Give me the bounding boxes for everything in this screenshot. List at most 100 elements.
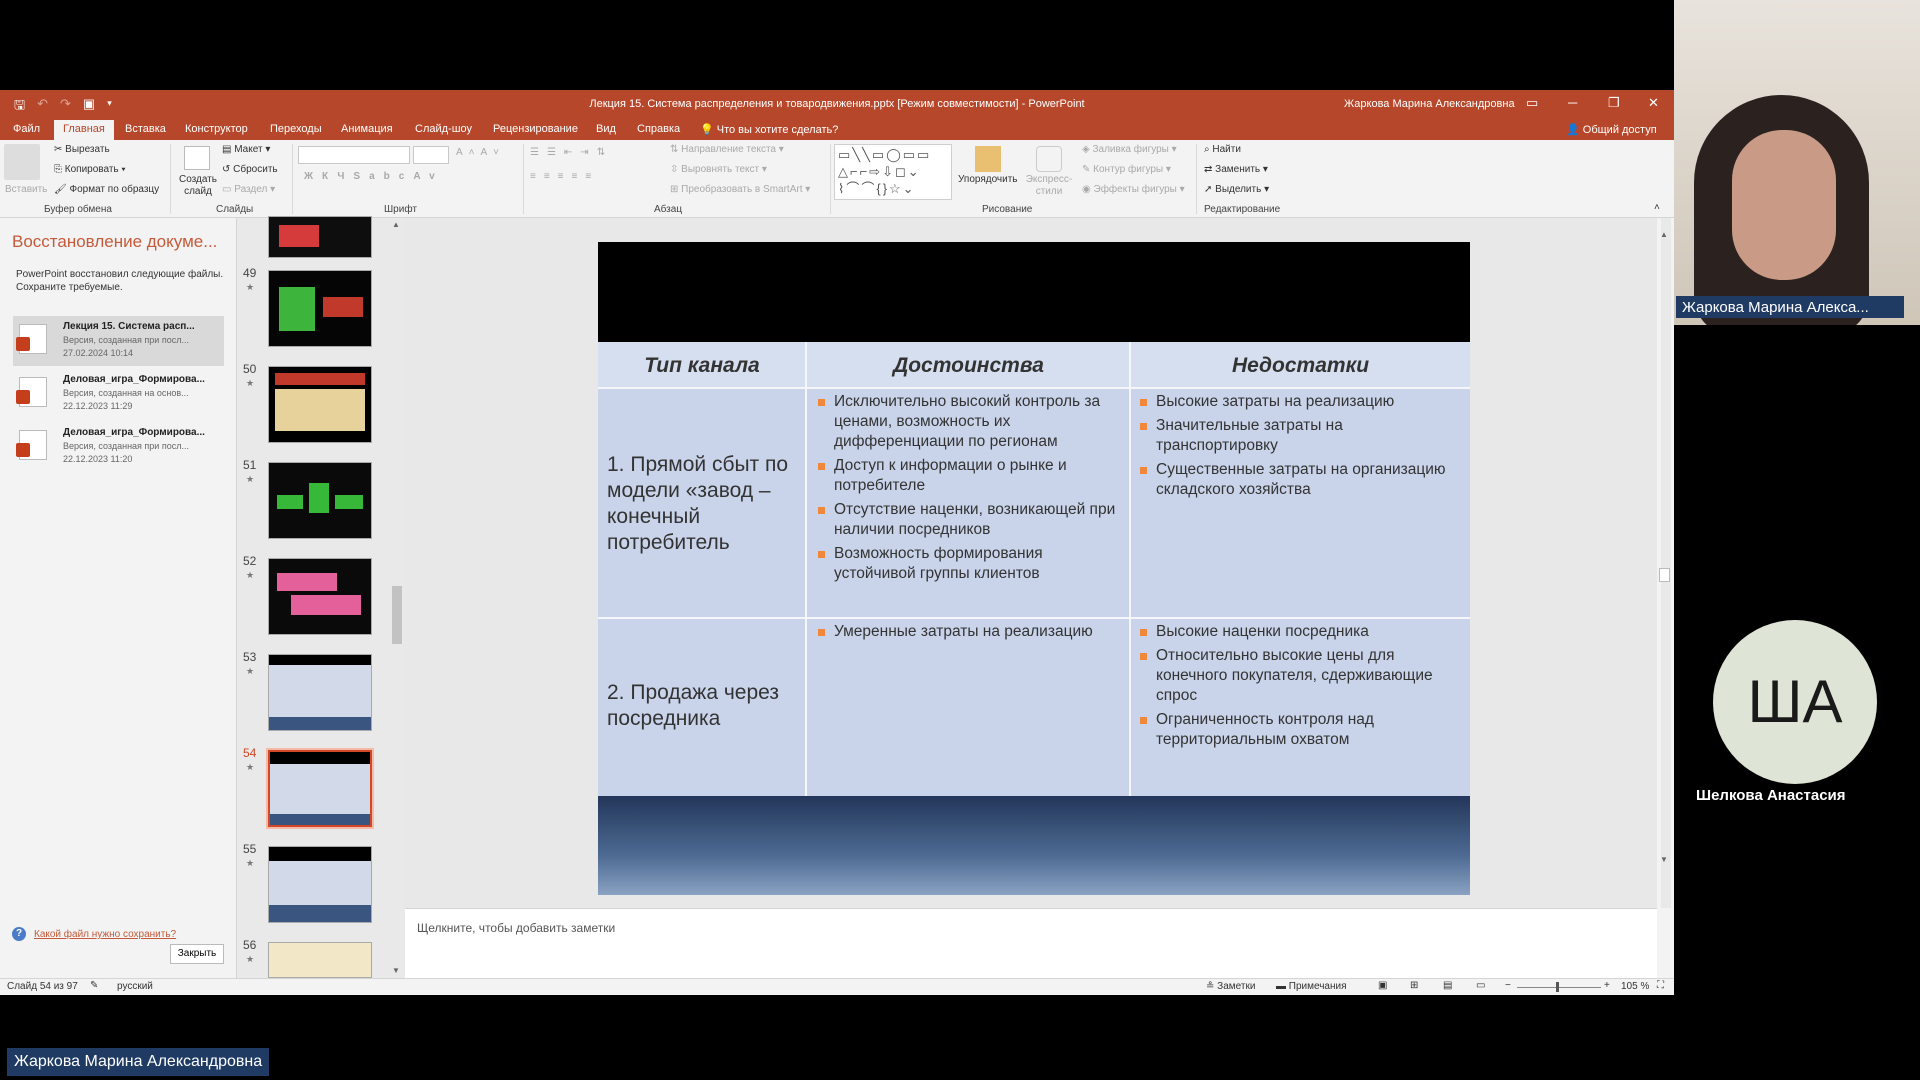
shapes-gallery[interactable]: ▭╲╲▭◯▭▭ △⌐⌐⇨⇩◻⌄ ⌇⌒⌒{}☆⌄ — [834, 144, 952, 200]
slideshow-view-icon[interactable]: ▭ — [1476, 980, 1485, 991]
shape-effects-button[interactable]: ◉ Эффекты фигуры ▾ — [1082, 184, 1185, 195]
slide-thumbnail[interactable] — [268, 654, 372, 731]
collapse-ribbon-icon[interactable]: ˄ — [1654, 202, 1660, 213]
which-file-link[interactable]: Какой файл нужно сохранить? — [34, 929, 176, 940]
reset-button[interactable]: ↺ Сбросить — [222, 164, 278, 175]
comments-toggle[interactable]: ▬ Примечания — [1276, 981, 1347, 992]
slide-sorter-icon[interactable]: ⊞ — [1410, 980, 1418, 991]
recovery-item[interactable]: Деловая_игра_Формирова... Версия, создан… — [13, 422, 224, 472]
smartart-button[interactable]: ⊞ Преобразовать в SmartArt ▾ — [670, 184, 810, 195]
thumbnails-scrollbar[interactable]: ▲ ▼ — [391, 218, 403, 978]
scroll-up-icon[interactable]: ▲ — [1660, 230, 1668, 239]
cut-button[interactable]: ✂ Вырезать — [54, 144, 110, 155]
format-painter-button[interactable]: 🖌 Формат по образцу — [54, 184, 159, 195]
new-slide-button[interactable]: Создать слайд — [178, 174, 218, 198]
shape-outline-button[interactable]: ✎ Контур фигуры ▾ — [1082, 164, 1171, 175]
scrollbar-thumb[interactable] — [392, 586, 402, 644]
zoom-in-icon[interactable]: + — [1604, 980, 1610, 991]
editor-scrollbar-thumb[interactable] — [1659, 568, 1670, 582]
shape-fill-button[interactable]: ◈ Заливка фигуры ▾ — [1082, 144, 1177, 155]
reading-view-icon[interactable]: ▤ — [1443, 980, 1452, 991]
slide-thumbnail[interactable] — [268, 366, 372, 443]
drawing-group-label: Рисование — [982, 204, 1033, 215]
find-button[interactable]: ⌕ Найти — [1204, 144, 1241, 155]
presenter-video-tile[interactable]: Жаркова Марина Алекса... — [1674, 0, 1920, 325]
font-style-buttons[interactable]: ЖКЧSabcAv — [304, 171, 444, 182]
arrange-icon[interactable] — [975, 146, 1001, 172]
scroll-up-icon[interactable]: ▲ — [392, 220, 400, 229]
font-group-label: Шрифт — [384, 204, 417, 215]
slide-thumbnail[interactable] — [268, 270, 372, 347]
minimize-icon[interactable]: ─ — [1568, 95, 1577, 110]
spellcheck-icon[interactable]: ✎ — [90, 980, 98, 991]
zoom-out-icon[interactable]: − — [1505, 980, 1511, 991]
slide-thumbnail[interactable] — [268, 846, 372, 923]
recovery-item-date: 22.12.2023 11:29 — [63, 401, 133, 411]
paste-icon[interactable] — [4, 144, 40, 180]
tab-help[interactable]: Справка — [637, 123, 680, 135]
bullet-item: Существенные затраты на организацию скла… — [1138, 460, 1448, 500]
text-direction-button[interactable]: ⇅ Направление текста ▾ — [670, 144, 784, 155]
normal-view-icon[interactable]: ▣ — [1378, 980, 1387, 991]
zoom-slider-handle[interactable] — [1556, 982, 1559, 992]
tab-animations[interactable]: Анимация — [341, 123, 393, 135]
close-button[interactable]: Закрыть — [170, 944, 224, 964]
zoom-level[interactable]: 105 % — [1621, 981, 1649, 992]
tell-me-box[interactable]: 💡 Что вы хотите сделать? — [700, 123, 838, 136]
shape-outline-label: Контур фигуры — [1093, 164, 1164, 175]
tab-transitions[interactable]: Переходы — [270, 123, 322, 135]
tab-insert[interactable]: Вставка — [125, 123, 166, 135]
participant-video-tile[interactable]: ША Шелкова Анастасия — [1674, 325, 1920, 1080]
slide-thumbnail[interactable] — [268, 942, 372, 978]
paste-button[interactable]: Вставить — [5, 184, 47, 195]
tab-file[interactable]: Файл — [13, 123, 40, 135]
font-size-field[interactable] — [413, 146, 449, 164]
notes-toggle[interactable]: ≗ Заметки — [1206, 981, 1255, 992]
arrange-button[interactable]: Упорядочить — [958, 174, 1018, 185]
notes-pane[interactable]: Щелкните, чтобы добавить заметки — [405, 908, 1657, 978]
align-text-button[interactable]: ⇳ Выровнять текст ▾ — [670, 164, 767, 175]
slide-thumbnail[interactable] — [268, 462, 372, 539]
zoom-slider[interactable] — [1517, 987, 1601, 988]
copy-button[interactable]: ⎘ Копировать ▾ — [54, 164, 126, 175]
replace-button[interactable]: ⇄ Заменить ▾ — [1204, 164, 1268, 175]
scroll-down-icon[interactable]: ▼ — [392, 966, 400, 975]
animation-star-icon: ★ — [246, 858, 255, 868]
select-button[interactable]: ➚ Выделить ▾ — [1204, 184, 1269, 195]
tab-slideshow[interactable]: Слайд-шоу — [415, 123, 472, 135]
list-buttons[interactable]: ☰☰⇤⇥⇅ — [530, 147, 613, 158]
ribbon-display-icon[interactable]: ▭ — [1526, 95, 1538, 111]
bullet-item: Доступ к информации о рынке и потребител… — [816, 456, 1122, 496]
slide-thumbnail[interactable] — [268, 558, 372, 635]
document-recovery-pane: Восстановление докуме... PowerPoint восс… — [0, 218, 237, 978]
thumb-shape — [277, 573, 337, 591]
new-slide-icon[interactable] — [184, 146, 210, 170]
font-name-field[interactable] — [298, 146, 410, 164]
participant-avatar: ША — [1713, 620, 1877, 784]
tab-review[interactable]: Рецензирование — [493, 123, 578, 135]
font-size-buttons[interactable]: A˄A˅ — [456, 147, 505, 158]
align-buttons[interactable]: ≡≡≡≡≡ — [530, 171, 599, 182]
restore-icon[interactable]: ❐ — [1608, 95, 1620, 111]
language-indicator[interactable]: русский — [117, 981, 153, 992]
fit-to-window-icon[interactable]: ⛶ — [1657, 980, 1664, 991]
thumb-shape — [291, 595, 361, 615]
layout-button[interactable]: ▤ Макет ▾ — [222, 144, 270, 155]
recovery-item[interactable]: Лекция 15. Система расп... Версия, созда… — [13, 316, 224, 366]
slide-thumbnail[interactable] — [268, 216, 372, 258]
current-slide[interactable]: Тип канала Достоинства Недостатки 1. Пря… — [598, 242, 1470, 895]
tab-design[interactable]: Конструктор — [185, 123, 248, 135]
tab-home[interactable]: Главная — [54, 120, 114, 140]
account-name[interactable]: Жаркова Марина Александровна — [1344, 98, 1515, 110]
slide-thumbnail-selected[interactable] — [266, 748, 374, 829]
recovery-item[interactable]: Деловая_игра_Формирова... Версия, создан… — [13, 369, 224, 419]
share-button[interactable]: 👤 Общий доступ — [1566, 123, 1657, 136]
scroll-down-icon[interactable]: ▼ — [1660, 855, 1668, 864]
section-button[interactable]: ▭ Раздел ▾ — [222, 184, 275, 195]
close-icon[interactable]: ✕ — [1648, 95, 1659, 111]
participant-name: Шелкова Анастасия — [1696, 787, 1846, 804]
quick-styles-button[interactable]: Экспресс-стили — [1024, 174, 1074, 198]
editor-scrollbar[interactable] — [1661, 218, 1671, 908]
quick-styles-icon[interactable] — [1036, 146, 1062, 172]
tab-view[interactable]: Вид — [596, 123, 616, 135]
